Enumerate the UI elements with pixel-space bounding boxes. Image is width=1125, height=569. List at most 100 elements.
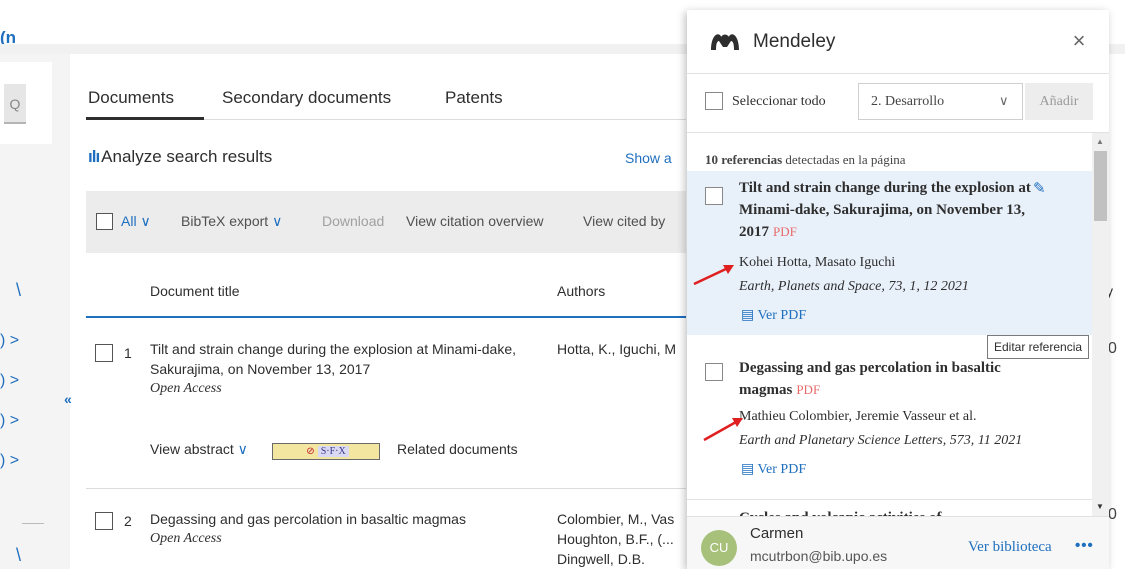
- reference-authors: Kohei Hotta, Masato Iguchi: [739, 255, 896, 270]
- pdf-file-icon: ▤: [741, 308, 755, 323]
- active-tab-indicator: [86, 117, 204, 120]
- reference-title-text: Degassing and gas percolation in basalti…: [739, 360, 1001, 398]
- document-title-link[interactable]: Tilt and strain change during the explos…: [150, 339, 545, 379]
- detected-rest: detectadas en la página: [782, 152, 906, 167]
- reference-details: , 573, 11 2021: [942, 433, 1023, 448]
- select-all-checkbox[interactable]: [705, 92, 723, 110]
- tab-secondary-documents[interactable]: Secondary documents: [222, 88, 391, 108]
- reference-title: Cycles and volcanic activities of: [739, 507, 1059, 516]
- select-all-label[interactable]: Seleccionar todo: [732, 94, 826, 110]
- panel-title: Mendeley: [753, 31, 836, 52]
- scroll-down-icon[interactable]: ▼: [1096, 502, 1104, 511]
- reference-title: Tilt and strain change during the explos…: [739, 177, 1059, 243]
- row-checkbox[interactable]: [95, 344, 113, 362]
- reference-title: Degassing and gas percolation in basalti…: [739, 357, 1059, 401]
- show-all-link[interactable]: Show a: [625, 150, 672, 166]
- reference-source: Earth and Planetary Science Letters, 573…: [739, 433, 1022, 449]
- bar-chart-icon: ılı: [88, 147, 100, 166]
- reference-source: Earth, Planets and Space, 73, 1, 12 2021: [739, 279, 969, 295]
- close-icon[interactable]: ×: [1069, 28, 1089, 54]
- pdf-tag: PDF: [773, 224, 797, 239]
- annotation-arrow-icon: [693, 265, 734, 286]
- search-icon[interactable]: Q: [4, 84, 26, 124]
- citation-count-fragment: 0: [1108, 340, 1117, 357]
- view-abstract-toggle[interactable]: View abstract ∨: [150, 441, 248, 458]
- row-divider: [86, 488, 686, 489]
- reference-list-scrollbar[interactable]: ▲ ▼: [1092, 133, 1109, 516]
- ver-pdf-link[interactable]: ▤ Ver PDF: [741, 307, 806, 324]
- open-access-label: Open Access: [150, 531, 222, 546]
- add-button[interactable]: Añadir: [1025, 83, 1093, 120]
- analyze-search-results-link[interactable]: ılı Analyze search results: [88, 147, 272, 167]
- bibtex-label: BibTeX export: [181, 213, 269, 229]
- chevron-icon[interactable]: \: [16, 280, 21, 301]
- mendeley-logo-icon: [711, 34, 739, 50]
- tab-patents[interactable]: Patents: [445, 88, 503, 108]
- reference-item[interactable]: Cycles and volcanic activities of: [687, 505, 1092, 516]
- table-header-divider: [86, 316, 686, 318]
- download-button[interactable]: Download: [322, 213, 384, 229]
- view-cited-by-button[interactable]: View cited by: [583, 213, 665, 229]
- citation-count-fragment: 0: [1108, 506, 1117, 523]
- chevron-icon[interactable]: \: [16, 545, 21, 566]
- chevron-down-icon: ∨: [272, 213, 283, 229]
- folder-select[interactable]: 2. Desarrollo ∨: [858, 83, 1023, 120]
- chevron-down-icon: ∨: [237, 441, 248, 457]
- avatar[interactable]: CU: [701, 530, 737, 566]
- collapse-panel-icon[interactable]: «: [64, 391, 72, 407]
- sfx-link-button[interactable]: ⊘ S·F·X: [272, 443, 380, 460]
- reference-item[interactable]: Tilt and strain change during the explos…: [687, 171, 1092, 335]
- column-header-title[interactable]: Document title: [150, 283, 239, 299]
- tab-documents[interactable]: Documents: [88, 88, 174, 108]
- user-email: mcutrbon@bib.upo.es: [750, 548, 888, 564]
- annotation-arrow-icon: [703, 418, 743, 442]
- divider: [22, 523, 44, 524]
- view-abstract-label: View abstract: [150, 441, 234, 457]
- select-all-checkbox[interactable]: [96, 213, 113, 230]
- chevron-down-icon: ∨: [999, 93, 1009, 108]
- related-documents-link[interactable]: Related documents: [397, 441, 518, 457]
- ver-pdf-label: Ver PDF: [757, 308, 807, 323]
- view-citation-overview-button[interactable]: View citation overview: [406, 213, 543, 229]
- document-title-link[interactable]: Degassing and gas percolation in basalti…: [150, 509, 545, 529]
- reference-checkbox[interactable]: [705, 187, 723, 205]
- scroll-up-icon[interactable]: ▲: [1096, 137, 1104, 146]
- column-header-authors[interactable]: Authors: [557, 283, 605, 299]
- analyze-label: Analyze search results: [101, 147, 273, 166]
- pdf-tag: PDF: [796, 382, 821, 397]
- panel-header: Mendeley ×: [687, 10, 1109, 73]
- folder-select-value: 2. Desarrollo: [871, 94, 945, 109]
- reference-checkbox[interactable]: [705, 363, 723, 381]
- authors-cell[interactable]: Hotta, K., Iguchi, M: [557, 339, 676, 359]
- edit-pencil-icon[interactable]: ✎: [1033, 179, 1046, 197]
- authors-cell[interactable]: Dingwell, D.B.: [557, 549, 645, 569]
- view-library-link[interactable]: Ver biblioteca: [968, 539, 1052, 556]
- reference-details: , 73, 1, 12 2021: [881, 279, 969, 294]
- all-dropdown[interactable]: All ∨: [121, 213, 151, 230]
- open-access-label: Open Access: [150, 381, 222, 396]
- filter-row[interactable]: ) >: [0, 452, 19, 470]
- row-checkbox[interactable]: [95, 512, 113, 530]
- filter-row[interactable]: ) >: [0, 332, 19, 350]
- filter-row[interactable]: ) >: [0, 412, 19, 430]
- row-number: 1: [124, 345, 132, 361]
- edit-reference-tooltip: Editar referencia: [987, 335, 1090, 359]
- scroll-thumb[interactable]: [1094, 151, 1107, 221]
- panel-footer: CU Carmen mcutrbon@bib.upo.es Ver biblio…: [687, 516, 1109, 569]
- sfx-icon: ⊘: [306, 446, 315, 457]
- filter-row[interactable]: ) >: [0, 372, 19, 390]
- reference-journal: Earth and Planetary Science Letters: [739, 433, 943, 448]
- results-toolbar: All ∨ BibTeX export ∨ Download View cita…: [86, 191, 686, 253]
- user-name: Carmen: [750, 525, 804, 542]
- selection-bar: Seleccionar todo 2. Desarrollo ∨ Añadir: [687, 74, 1109, 132]
- authors-cell[interactable]: Colombier, M., Vas: [557, 509, 674, 529]
- detected-count-text: 10 referencias detectadas en la página: [705, 152, 906, 168]
- all-label: All: [121, 213, 137, 229]
- ver-pdf-label: Ver PDF: [757, 462, 807, 477]
- chevron-down-icon: ∨: [140, 213, 151, 229]
- detected-count: 10 referencias: [705, 152, 783, 167]
- more-options-icon[interactable]: •••: [1075, 537, 1094, 554]
- bibtex-export-dropdown[interactable]: BibTeX export ∨: [181, 213, 282, 230]
- ver-pdf-link[interactable]: ▤ Ver PDF: [741, 461, 806, 478]
- authors-cell[interactable]: Houghton, B.F., (...: [557, 529, 674, 549]
